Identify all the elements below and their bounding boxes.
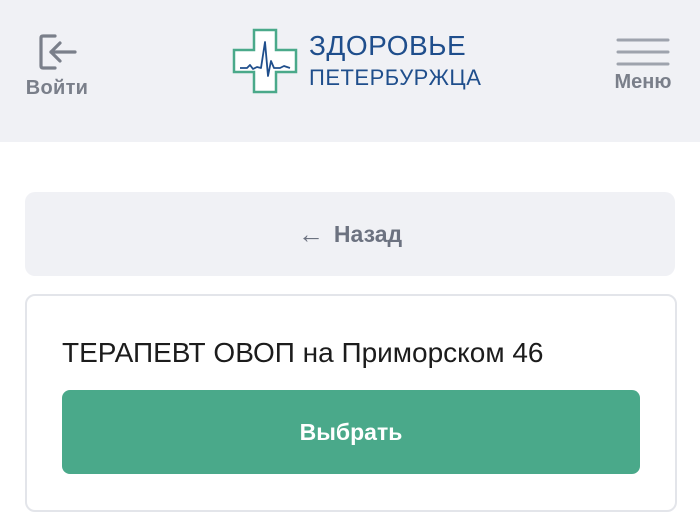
site-logo[interactable]: ЗДОРОВЬЕ ПЕТЕРБУРЖЦА xyxy=(232,26,482,96)
site-header: Войти ЗДОРОВЬЕ ПЕТЕРБУРЖЦА Меню xyxy=(0,0,700,142)
hamburger-menu-icon xyxy=(616,38,670,66)
back-button[interactable]: ← Назад xyxy=(25,192,675,276)
login-label: Войти xyxy=(25,77,89,99)
doctor-card: ТЕРАПЕВТ ОВОП на Приморском 46 Выбрать xyxy=(25,294,677,512)
select-label: Выбрать xyxy=(299,418,403,445)
menu-button[interactable]: Меню xyxy=(608,34,678,98)
login-button[interactable]: Войти xyxy=(24,30,90,100)
menu-label: Меню xyxy=(614,71,672,93)
logo-title-line2: ПЕТЕРБУРЖЦА xyxy=(309,65,482,90)
arrow-left-icon: ← xyxy=(297,219,324,249)
login-icon xyxy=(39,34,77,70)
doctor-title: ТЕРАПЕВТ ОВОП на Приморском 46 xyxy=(62,337,544,368)
back-label: Назад xyxy=(333,220,403,247)
logo-title-line1: ЗДОРОВЬЕ xyxy=(309,30,467,61)
select-button[interactable]: Выбрать xyxy=(62,390,640,474)
medical-cross-cardiogram-icon xyxy=(232,28,298,94)
